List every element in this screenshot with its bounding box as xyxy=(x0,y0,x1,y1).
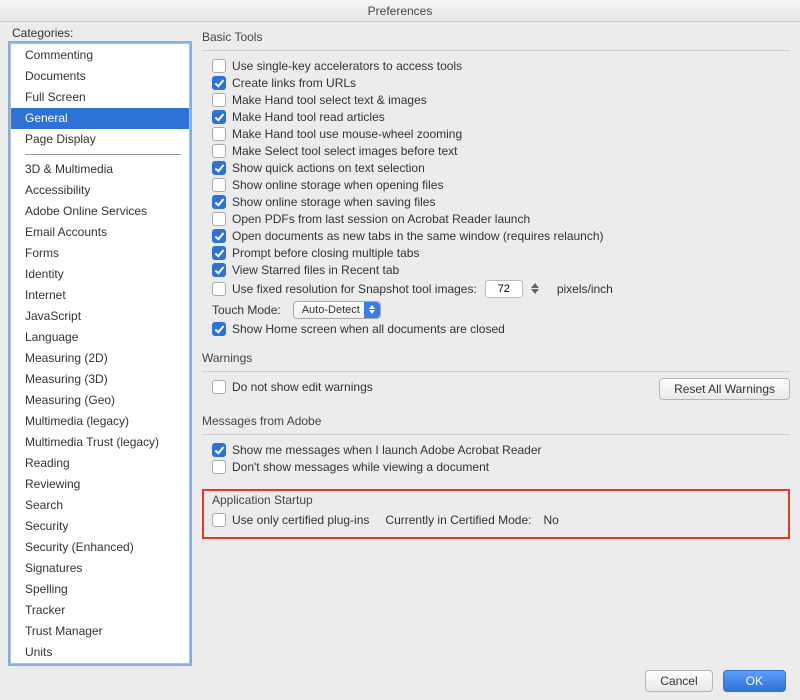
category-item[interactable]: Tracker xyxy=(11,600,189,621)
checkbox-label: Make Hand tool read articles xyxy=(232,110,385,124)
window-title: Preferences xyxy=(0,0,800,22)
checkbox[interactable] xyxy=(212,76,226,90)
checkbox[interactable] xyxy=(212,144,226,158)
category-item[interactable]: Adobe Online Services xyxy=(11,201,189,222)
checkbox[interactable] xyxy=(212,93,226,107)
dialog-footer: Cancel OK xyxy=(0,664,800,692)
stepper-icon[interactable] xyxy=(531,280,545,298)
category-item[interactable]: Reading xyxy=(11,453,189,474)
category-item[interactable]: Spelling xyxy=(11,579,189,600)
checkbox-label: Prompt before closing multiple tabs xyxy=(232,246,419,260)
category-item[interactable]: Measuring (Geo) xyxy=(11,390,189,411)
label-snapshot: Use fixed resolution for Snapshot tool i… xyxy=(232,282,477,296)
category-item[interactable]: Accessibility xyxy=(11,180,189,201)
category-item[interactable]: Page Display xyxy=(11,129,189,150)
chevron-updown-icon xyxy=(364,302,380,318)
checkbox[interactable] xyxy=(212,443,226,457)
label-edit-warnings: Do not show edit warnings xyxy=(232,380,373,394)
checkbox-edit-warnings[interactable] xyxy=(212,380,226,394)
section-startup-label: Application Startup xyxy=(212,493,780,507)
cancel-button[interactable]: Cancel xyxy=(645,670,712,692)
categories-list[interactable]: CommentingDocumentsFull ScreenGeneralPag… xyxy=(10,43,190,664)
certified-mode-value: No xyxy=(543,513,558,527)
checkbox-label: Don't show messages while viewing a docu… xyxy=(232,460,489,474)
checkbox-snapshot[interactable] xyxy=(212,282,226,296)
checkbox[interactable] xyxy=(212,59,226,73)
checkbox-certified-plugins[interactable] xyxy=(212,513,226,527)
snapshot-unit: pixels/inch xyxy=(557,282,613,296)
checkbox-label: Open documents as new tabs in the same w… xyxy=(232,229,604,243)
category-item[interactable]: Measuring (3D) xyxy=(11,369,189,390)
checkbox-label: Show online storage when saving files xyxy=(232,195,435,209)
category-item[interactable]: Security (Enhanced) xyxy=(11,537,189,558)
checkbox[interactable] xyxy=(212,322,226,336)
snapshot-resolution-input[interactable] xyxy=(485,280,523,298)
checkbox-label: Show Home screen when all documents are … xyxy=(232,322,505,336)
checkbox-label: Show online storage when opening files xyxy=(232,178,443,192)
checkbox[interactable] xyxy=(212,212,226,226)
section-basic-tools-label: Basic Tools xyxy=(202,30,790,44)
category-item[interactable]: Units xyxy=(11,642,189,663)
category-item[interactable]: General xyxy=(11,108,189,129)
category-item[interactable]: Multimedia (legacy) xyxy=(11,411,189,432)
checkbox-label: Show quick actions on text selection xyxy=(232,161,425,175)
checkbox[interactable] xyxy=(212,263,226,277)
touch-mode-value: Auto-Detect xyxy=(302,304,360,316)
category-item[interactable]: Security xyxy=(11,516,189,537)
checkbox[interactable] xyxy=(212,229,226,243)
section-messages-label: Messages from Adobe xyxy=(202,414,790,428)
category-item[interactable]: Full Screen xyxy=(11,87,189,108)
section-warnings-label: Warnings xyxy=(202,351,790,365)
checkbox-label: View Starred files in Recent tab xyxy=(232,263,399,277)
checkbox[interactable] xyxy=(212,195,226,209)
certified-mode-label: Currently in Certified Mode: xyxy=(385,513,531,527)
checkbox[interactable] xyxy=(212,460,226,474)
checkbox-label: Make Hand tool use mouse-wheel zooming xyxy=(232,127,462,141)
category-item[interactable]: Multimedia Trust (legacy) xyxy=(11,432,189,453)
label-certified-plugins: Use only certified plug-ins xyxy=(232,513,369,527)
checkbox-label: Make Hand tool select text & images xyxy=(232,93,427,107)
category-item[interactable]: Commenting xyxy=(11,45,189,66)
checkbox[interactable] xyxy=(212,110,226,124)
category-item[interactable]: Language xyxy=(11,327,189,348)
category-item[interactable]: JavaScript xyxy=(11,306,189,327)
category-item[interactable]: Trust Manager xyxy=(11,621,189,642)
checkbox[interactable] xyxy=(212,178,226,192)
touch-mode-select[interactable]: Auto-Detect xyxy=(293,301,381,319)
category-item[interactable]: Search xyxy=(11,495,189,516)
reset-warnings-button[interactable]: Reset All Warnings xyxy=(659,378,790,400)
checkbox-label: Use single-key accelerators to access to… xyxy=(232,59,462,73)
category-item[interactable]: Documents xyxy=(11,66,189,87)
category-item[interactable]: Measuring (2D) xyxy=(11,348,189,369)
checkbox[interactable] xyxy=(212,161,226,175)
application-startup-highlight: Application Startup Use only certified p… xyxy=(202,489,790,539)
category-item[interactable]: Internet xyxy=(11,285,189,306)
category-item[interactable]: Email Accounts xyxy=(11,222,189,243)
category-item[interactable]: Reviewing xyxy=(11,474,189,495)
category-item[interactable]: 3D & Multimedia xyxy=(11,159,189,180)
category-item[interactable]: Forms xyxy=(11,243,189,264)
checkbox-label: Open PDFs from last session on Acrobat R… xyxy=(232,212,530,226)
ok-button[interactable]: OK xyxy=(723,670,786,692)
checkbox-label: Show me messages when I launch Adobe Acr… xyxy=(232,443,542,457)
category-divider xyxy=(25,154,181,155)
touch-mode-label: Touch Mode: xyxy=(212,303,281,317)
checkbox-label: Create links from URLs xyxy=(232,76,356,90)
checkbox-label: Make Select tool select images before te… xyxy=(232,144,457,158)
category-item[interactable]: Signatures xyxy=(11,558,189,579)
category-item[interactable]: Identity xyxy=(11,264,189,285)
checkbox[interactable] xyxy=(212,246,226,260)
checkbox[interactable] xyxy=(212,127,226,141)
categories-label: Categories: xyxy=(10,26,190,40)
